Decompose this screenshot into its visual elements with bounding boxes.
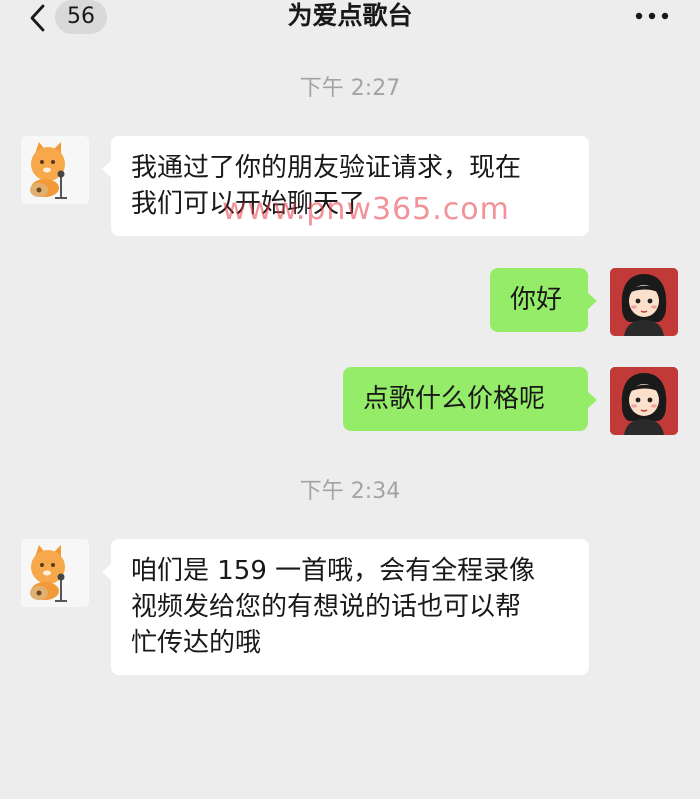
singer-cat-icon — [21, 136, 89, 204]
user-avatar[interactable] — [610, 367, 678, 435]
singer-cat-icon — [21, 539, 89, 607]
chat-title: 为爱点歌台 — [287, 1, 413, 30]
contact-avatar[interactable] — [21, 136, 89, 204]
received-message-bubble[interactable]: 我通过了你的朋友验证请求，现在 我们可以开始聊天了 — [102, 136, 589, 236]
sent-message-bubble[interactable]: 点歌什么价格呢 — [343, 367, 597, 431]
message-line: 我通过了你的朋友验证请求，现在 — [131, 153, 522, 183]
message-line: 咱们是 159 一首哦，会有全程录像 — [131, 556, 536, 586]
user-avatar[interactable] — [610, 268, 678, 336]
received-message-bubble[interactable]: 咱们是 159 一首哦，会有全程录像 视频发给您的有想说的话也可以帮 忙传达的哦 — [102, 539, 589, 675]
message-line: 视频发给您的有想说的话也可以帮 — [131, 592, 522, 622]
message-line: 我们可以开始聊天了 — [131, 189, 366, 219]
chat-header: 56 为爱点歌台 — [0, 0, 700, 40]
message-line: 忙传达的哦 — [131, 628, 262, 658]
sent-message-bubble[interactable]: 你好 — [490, 268, 597, 332]
contact-avatar[interactable] — [21, 539, 89, 607]
more-dots-icon[interactable] — [634, 6, 670, 26]
message-timestamp: 下午 2:27 — [299, 76, 401, 101]
message-timestamp: 下午 2:34 — [299, 479, 401, 504]
girl-portrait-icon — [610, 268, 678, 336]
girl-portrait-icon — [610, 367, 678, 435]
